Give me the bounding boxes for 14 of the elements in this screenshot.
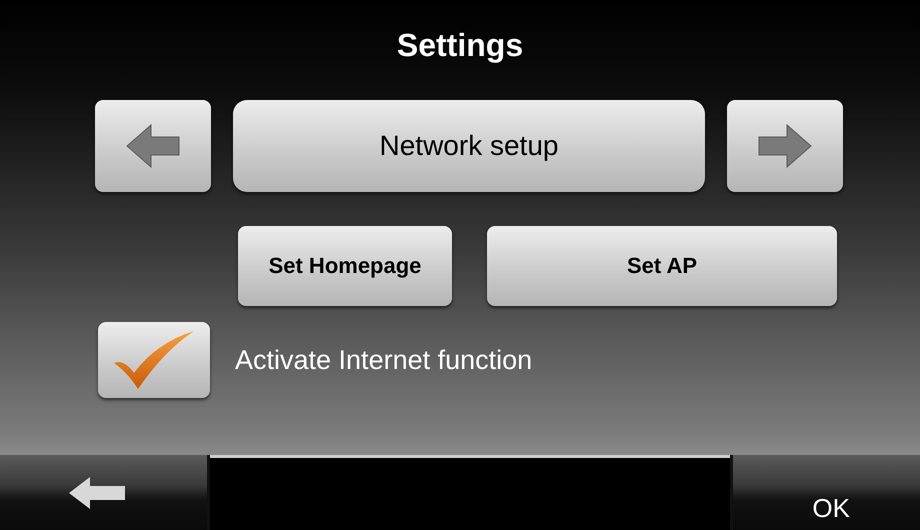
ok-button[interactable]: OK [730, 455, 920, 530]
screen-title: Settings [396, 26, 524, 64]
checkbox-label: Activate Internet function [235, 344, 532, 376]
back-arrow-icon [68, 476, 126, 510]
checkbox[interactable] [98, 322, 210, 398]
page-selector[interactable]: Network setup [233, 100, 705, 192]
set-homepage-button[interactable]: Set Homepage [238, 226, 452, 306]
back-button[interactable] [0, 455, 210, 530]
left-arrow-icon [125, 123, 181, 169]
set-ap-button[interactable]: Set AP [487, 226, 837, 306]
next-button[interactable] [727, 100, 843, 192]
right-arrow-icon [757, 123, 813, 169]
previous-button[interactable] [95, 100, 211, 192]
checkmark-icon [112, 329, 196, 391]
